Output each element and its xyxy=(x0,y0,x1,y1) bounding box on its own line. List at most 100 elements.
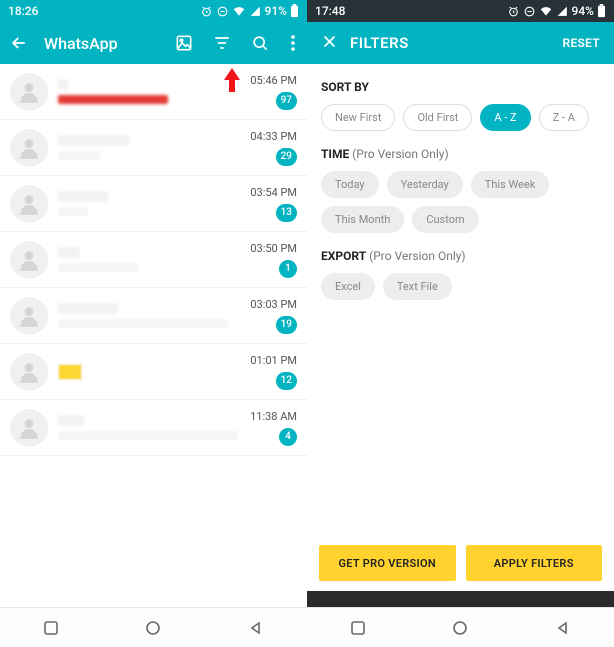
battery-text: 94% xyxy=(572,4,594,18)
filter-title: FILTERS xyxy=(350,34,551,52)
avatar xyxy=(10,409,48,447)
chat-name-redacted xyxy=(58,247,80,258)
unread-badge: 1 xyxy=(279,260,297,278)
chat-time: 11:38 AM xyxy=(250,410,297,423)
back-button[interactable] xyxy=(8,32,30,54)
filter-header: FILTERS RESET xyxy=(307,22,614,64)
chat-row[interactable]: 11:38 AM 4 xyxy=(0,400,307,456)
media-thumb xyxy=(58,364,82,380)
nav-recent[interactable] xyxy=(344,614,372,642)
more-icon xyxy=(291,35,295,51)
close-button[interactable] xyxy=(321,33,338,54)
ad-strip xyxy=(307,591,614,607)
chip-old-first[interactable]: Old First xyxy=(403,104,472,131)
close-icon xyxy=(321,33,338,50)
wifi-icon xyxy=(232,4,246,18)
chat-message-redacted xyxy=(58,95,168,104)
nav-home[interactable] xyxy=(446,614,474,642)
chat-row[interactable]: 01:01 PM 12 xyxy=(0,344,307,400)
battery-icon xyxy=(597,4,606,18)
avatar xyxy=(10,73,48,111)
unread-badge: 29 xyxy=(276,148,297,166)
section-export-label: EXPORT (Pro Version Only) xyxy=(321,249,600,263)
filter-actions: GET PRO VERSION APPLY FILTERS xyxy=(307,535,614,591)
filter-body: SORT BY New First Old First A - Z Z - A TIM… xyxy=(307,64,614,535)
red-arrow-annotation xyxy=(223,68,241,92)
avatar xyxy=(10,353,48,391)
chips-export: Excel Text File xyxy=(321,273,600,300)
chip-a-z[interactable]: A - Z xyxy=(480,104,530,131)
wifi-icon xyxy=(539,4,553,18)
chip-custom[interactable]: Custom xyxy=(412,206,478,233)
signal-icon xyxy=(249,5,262,18)
status-bar: 18:26 91% xyxy=(0,0,307,22)
apply-filters-button[interactable]: APPLY FILTERS xyxy=(466,545,603,581)
dnd-icon xyxy=(216,5,229,18)
chat-list[interactable]: 05:46 PM9704:33 PM2903:54 PM1303:50 PM10… xyxy=(0,64,307,607)
more-button[interactable] xyxy=(287,32,299,54)
appbar-title: WhatsApp xyxy=(44,34,159,53)
chip-z-a[interactable]: Z - A xyxy=(539,104,589,131)
chip-text-file[interactable]: Text File xyxy=(383,273,452,300)
avatar xyxy=(10,129,48,167)
unread-badge: 19 xyxy=(276,316,297,334)
nav-bar xyxy=(0,607,307,647)
chat-time: 03:54 PM xyxy=(250,186,297,199)
chat-row[interactable]: 03:03 PM19 xyxy=(0,288,307,344)
dnd-icon xyxy=(523,5,536,18)
chip-this-week[interactable]: This Week xyxy=(471,171,550,198)
image-icon xyxy=(174,33,194,53)
status-time: 18:26 xyxy=(8,4,38,18)
chat-message-redacted xyxy=(58,431,238,440)
chat-row[interactable]: 03:50 PM 1 xyxy=(0,232,307,288)
chat-message-redacted xyxy=(58,151,100,160)
nav-recent[interactable] xyxy=(37,614,65,642)
search-icon xyxy=(250,33,270,53)
chat-name-redacted xyxy=(58,415,84,426)
nav-back[interactable] xyxy=(242,614,270,642)
status-icons: 94% xyxy=(507,4,606,18)
filter-button[interactable] xyxy=(211,32,233,54)
chip-today[interactable]: Today xyxy=(321,171,379,198)
nav-back[interactable] xyxy=(549,614,577,642)
battery-icon xyxy=(290,4,299,18)
chip-excel[interactable]: Excel xyxy=(321,273,375,300)
gallery-button[interactable] xyxy=(173,32,195,54)
phone-left: 18:26 91% WhatsApp xyxy=(0,0,307,647)
search-button[interactable] xyxy=(249,32,271,54)
chat-message-redacted xyxy=(58,207,88,216)
avatar xyxy=(10,185,48,223)
unread-badge: 4 xyxy=(279,428,297,446)
chat-name-redacted xyxy=(58,79,68,90)
avatar xyxy=(10,297,48,335)
chat-name-redacted xyxy=(58,303,118,314)
chat-row[interactable]: 03:54 PM 13 xyxy=(0,176,307,232)
chat-time: 03:50 PM xyxy=(250,242,297,255)
battery-text: 91% xyxy=(265,4,287,18)
chip-new-first[interactable]: New First xyxy=(321,104,395,131)
reset-button[interactable]: RESET xyxy=(563,36,600,50)
unread-badge: 97 xyxy=(276,92,297,110)
chips-sort: New First Old First A - Z Z - A xyxy=(321,104,600,131)
unread-badge: 13 xyxy=(276,204,297,222)
chat-name-redacted xyxy=(58,191,108,202)
chat-time: 01:01 PM xyxy=(250,354,297,367)
chat-row[interactable]: 05:46 PM97 xyxy=(0,64,307,120)
nav-home[interactable] xyxy=(139,614,167,642)
get-pro-button[interactable]: GET PRO VERSION xyxy=(319,545,456,581)
chat-time: 04:33 PM xyxy=(250,130,297,143)
chat-row[interactable]: 04:33 PM 29 xyxy=(0,120,307,176)
status-time: 17:48 xyxy=(315,4,345,18)
unread-badge: 12 xyxy=(276,372,297,390)
status-bar: 17:48 94% xyxy=(307,0,614,22)
alarm-icon xyxy=(507,5,520,18)
status-icons: 91% xyxy=(200,4,299,18)
chip-this-month[interactable]: This Month xyxy=(321,206,404,233)
signal-icon xyxy=(556,5,569,18)
chat-message-redacted xyxy=(58,263,138,272)
section-time-label: TIME (Pro Version Only) xyxy=(321,147,600,161)
phone-right: 17:48 94% FILTERS RESET SORT BY New Firs… xyxy=(307,0,614,647)
chip-yesterday[interactable]: Yesterday xyxy=(387,171,463,198)
chat-name-redacted xyxy=(58,135,130,146)
section-sort-label: SORT BY xyxy=(321,80,600,94)
